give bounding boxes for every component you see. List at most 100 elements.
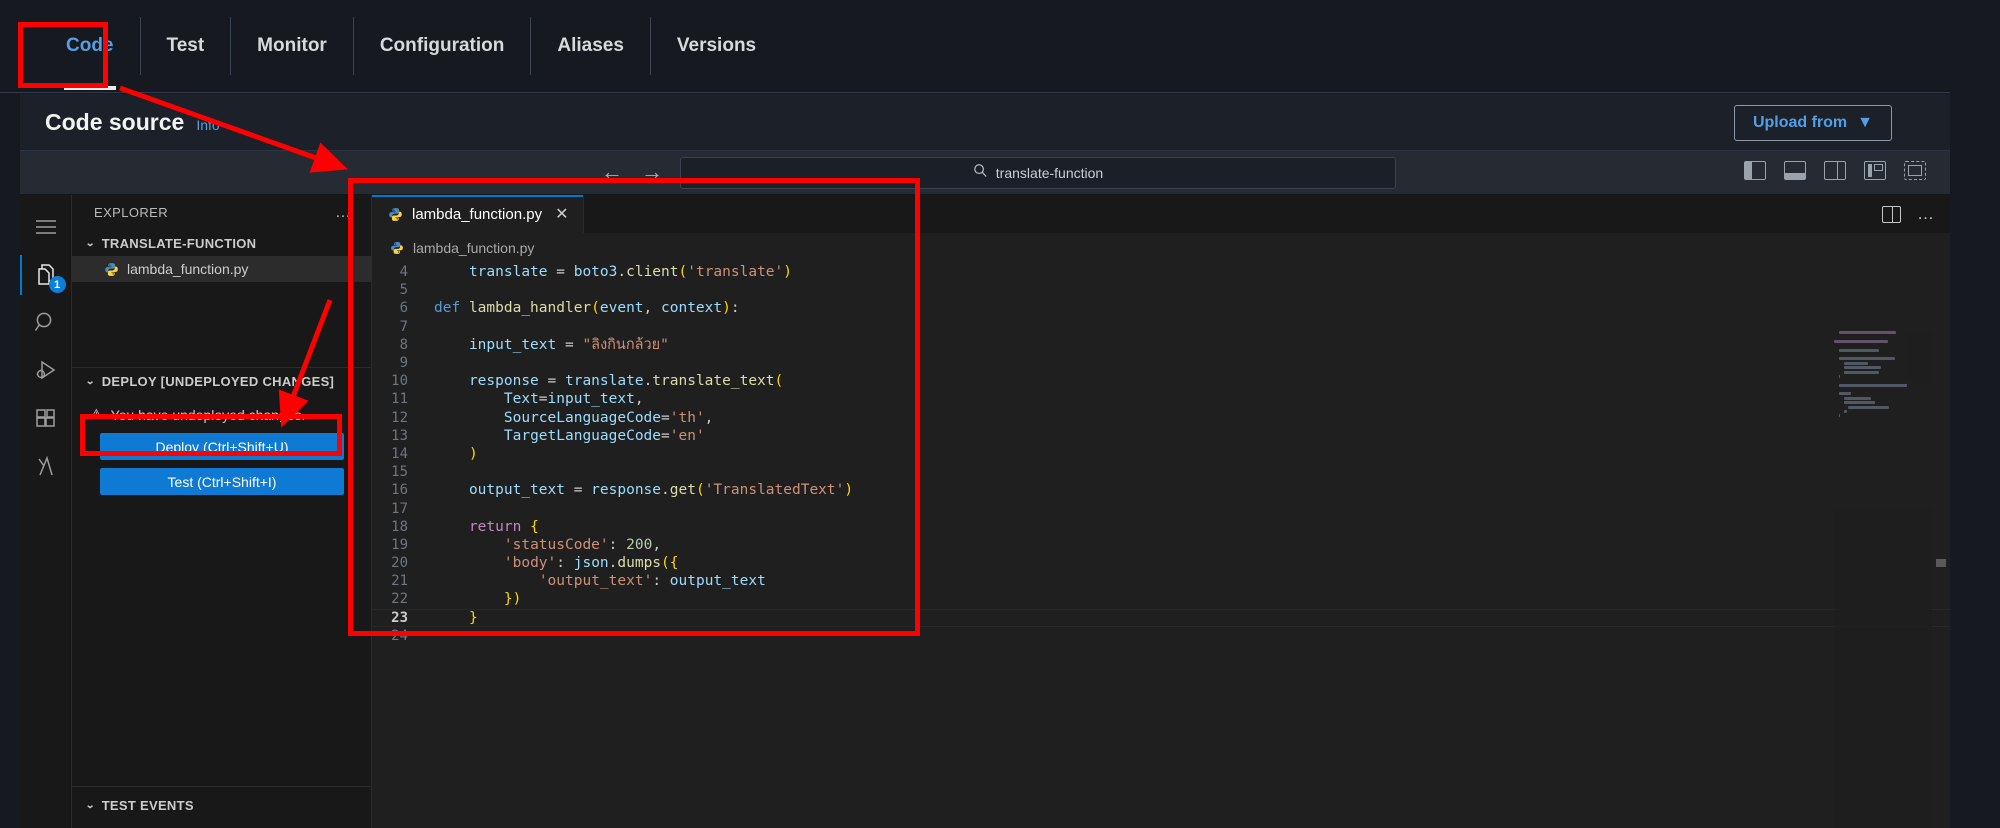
line-number: 20 [391, 555, 408, 572]
deploy-section-header[interactable]: ⌄ DEPLOY [UNDEPLOYED CHANGES] [72, 368, 372, 394]
toggle-secondary-sidebar-icon[interactable] [1824, 161, 1846, 180]
line-number: 22 [391, 591, 408, 608]
tab-test-label: Test [166, 35, 205, 56]
line-text: def lambda_handler(event, context): [434, 300, 740, 317]
split-editor-icon[interactable] [1882, 205, 1901, 223]
code-source-header: Code source Info Upload from ▼ [20, 94, 1950, 151]
line-number: 10 [391, 373, 408, 390]
explorer-project-header[interactable]: ⌄ TRANSLATE-FUNCTION [72, 230, 371, 256]
fullscreen-icon[interactable] [1904, 161, 1926, 180]
deploy-button[interactable]: Deploy (Ctrl+Shift+U) [100, 433, 344, 460]
line-text: return { [468, 518, 539, 535]
line-number: 15 [391, 464, 408, 481]
code-line: 14 ) [372, 445, 1950, 463]
run-and-debug-icon[interactable] [20, 347, 72, 395]
python-file-icon [104, 262, 119, 277]
customize-layout-icon[interactable] [1864, 161, 1886, 180]
code-line: 20 'body': json.dumps({ [372, 554, 1950, 572]
minimap-line [1838, 348, 1880, 352]
minimap-line [1838, 374, 1841, 378]
editor-tab-label: lambda_function.py [412, 205, 543, 223]
quick-open-input[interactable]: translate-function [680, 157, 1396, 189]
undeployed-changes-message: ⚠ You have undeployed changes. [72, 394, 372, 433]
tab-aliases-label: Aliases [557, 35, 624, 56]
tab-configuration-label: Configuration [379, 35, 505, 56]
deploy-section: ⌄ DEPLOY [UNDEPLOYED CHANGES] ⚠ You have… [72, 367, 372, 503]
breadcrumb[interactable]: lambda_function.py [372, 233, 1950, 263]
editor-more-actions-icon[interactable]: … [1917, 204, 1936, 224]
code-lines: 4 translate = boto3.client('translate') 5… [372, 263, 1950, 645]
tab-versions-label: Versions [676, 35, 757, 56]
layout-toggle-group [1744, 161, 1926, 180]
code-line: 9 [372, 354, 1950, 372]
menu-icon[interactable] [20, 203, 72, 251]
tab-monitor[interactable]: Monitor [231, 17, 354, 75]
info-link[interactable]: Info [196, 117, 219, 133]
editor-tab-lambda-function[interactable]: lambda_function.py ✕ [372, 195, 584, 233]
code-line: 19 'statusCode': 200, [372, 536, 1950, 554]
test-button[interactable]: Test (Ctrl+Shift+I) [100, 468, 344, 495]
python-file-icon [388, 207, 403, 222]
python-file-icon [390, 241, 405, 256]
tab-test[interactable]: Test [141, 17, 232, 75]
activity-bar: 1 [19, 195, 72, 828]
close-icon[interactable]: ✕ [555, 204, 568, 224]
code-line: 8 input_text = "ลิงกินกล้วย" [372, 336, 1950, 354]
embedded-ide: ← → translate-function 1 EXPLORER … ⌄ TR… [19, 151, 1950, 828]
line-number: 21 [391, 573, 408, 590]
minimap[interactable] [1834, 331, 1932, 828]
back-arrow-icon[interactable]: ← [600, 161, 624, 183]
toggle-panel-icon[interactable] [1784, 161, 1806, 180]
lambda-icon[interactable] [20, 443, 72, 491]
editor-tab-bar: lambda_function.py ✕ … [372, 195, 1950, 233]
toggle-primary-sidebar-icon[interactable] [1744, 161, 1766, 180]
tab-configuration[interactable]: Configuration [354, 17, 532, 75]
minimap-line [1843, 366, 1881, 370]
console-tab-bar: Code Test Monitor Configuration Aliases … [0, 0, 1950, 93]
line-number: 4 [399, 264, 408, 281]
breadcrumb-label: lambda_function.py [413, 240, 535, 256]
tab-code-label: Code [66, 35, 114, 56]
code-line: 21 'output_text': output_text [372, 572, 1950, 590]
explorer-icon[interactable]: 1 [19, 251, 72, 299]
code-editor-content[interactable]: 4 translate = boto3.client('translate') 5… [372, 263, 1950, 828]
test-events-header[interactable]: ⌄ TEST EVENTS [72, 792, 372, 818]
tab-aliases[interactable]: Aliases [531, 17, 651, 75]
upload-from-button[interactable]: Upload from ▼ [1733, 105, 1892, 141]
minimap-line [1838, 331, 1897, 334]
explorer-file-lambda-function[interactable]: lambda_function.py [72, 256, 371, 282]
minimap-line [1834, 339, 1889, 343]
line-number: 14 [391, 445, 408, 462]
minimap-line [1843, 410, 1847, 414]
code-line: 10 response = translate.translate_text( [372, 372, 1950, 390]
tab-code[interactable]: Code [40, 17, 141, 90]
nav-arrows: ← → [600, 161, 664, 183]
code-line: 16 output_text = response.get('Translate… [372, 481, 1950, 499]
minimap-line [1838, 383, 1907, 387]
explorer-panel: EXPLORER … ⌄ TRANSLATE-FUNCTION lambda_f… [72, 195, 372, 828]
line-text: ) [468, 445, 478, 462]
code-line: 12 SourceLanguageCode='th', [372, 409, 1950, 427]
tab-versions[interactable]: Versions [651, 17, 782, 75]
undeployed-changes-text: You have undeployed changes. [110, 406, 306, 423]
line-text: 'output_text': output_text [538, 573, 766, 590]
explorer-more-actions-icon[interactable]: … [335, 204, 353, 222]
line-number: 9 [399, 355, 408, 372]
scrollbar-thumb[interactable] [1936, 559, 1946, 567]
line-text: } [468, 609, 478, 626]
minimap-line [1838, 392, 1852, 396]
code-line: 22 }) [372, 590, 1950, 608]
ide-toolbar: ← → translate-function [20, 151, 1950, 195]
minimap-line [1843, 396, 1872, 400]
editor-area: lambda_function.py ✕ … lambda_function.p… [372, 195, 1950, 828]
extensions-icon[interactable] [20, 395, 72, 443]
forward-arrow-icon[interactable]: → [640, 161, 664, 183]
line-number: 24 [391, 627, 408, 644]
line-number: 13 [391, 427, 408, 444]
line-text: SourceLanguageCode='th', [503, 409, 714, 426]
warning-icon: ⚠ [90, 406, 103, 422]
search-icon[interactable] [20, 299, 72, 347]
editor-scrollbar[interactable] [1936, 331, 1946, 828]
line-number: 18 [391, 518, 408, 535]
code-line: 24 [372, 627, 1950, 645]
